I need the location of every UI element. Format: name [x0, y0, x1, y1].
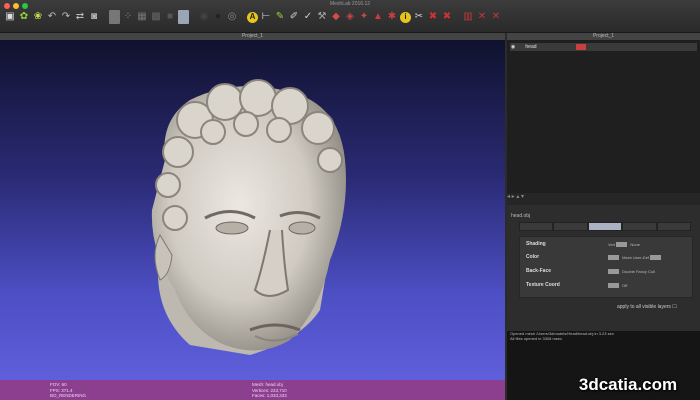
- delete-vertices-icon[interactable]: ✖: [441, 11, 453, 23]
- texcoord-off[interactable]: Off: [622, 283, 627, 288]
- tab-points[interactable]: [519, 222, 554, 231]
- wireframe-render-icon[interactable]: ▦: [136, 11, 148, 23]
- import-mesh-icon[interactable]: ❀: [32, 11, 44, 23]
- light-icon[interactable]: ◉: [198, 11, 210, 23]
- annotation-tool-icon[interactable]: A: [247, 11, 258, 23]
- toolbar-separator: [240, 11, 245, 23]
- backface-options[interactable]: Double Fancy Cull: [608, 269, 655, 275]
- color-icon[interactable]: ◎: [226, 11, 238, 23]
- log-line: All files opened in 3308 msec: [510, 336, 563, 341]
- shading-label: Shading: [526, 241, 546, 247]
- shading-vert[interactable]: Vert: [608, 242, 615, 247]
- backface-double[interactable]: Double: [622, 269, 635, 274]
- toolbar-separator: [455, 11, 460, 23]
- backface-label: Back-Face: [526, 268, 552, 274]
- color-label: Color: [526, 254, 540, 260]
- select-faces-icon[interactable]: ◈: [344, 11, 356, 23]
- align-tool-icon[interactable]: ⚒: [316, 11, 328, 23]
- property-tabs: [519, 222, 692, 231]
- open-icon[interactable]: ✿: [18, 11, 30, 23]
- window-title: MeshLab 2016.12: [329, 1, 371, 7]
- status-render-mode: BO_RENDERING: [50, 393, 87, 398]
- apply-to-all-visible-layers[interactable]: apply to all visible layers ☐: [617, 304, 677, 310]
- toolbar-icons: ▣ ✿ ❀ ↶ ↷ ⇄ ◙ ⁘ ▦ ▩ ■ ◉ ● ◎ A ⊢ ✎ ✐ ✓ ⚒ ◆ ◈ ✦ ▲ ✱ i ✂ ✖ ✖ ▥ ✕ ✕: [4, 10, 502, 24]
- shading-options[interactable]: Vert None: [608, 242, 640, 248]
- 3d-viewport[interactable]: [0, 40, 505, 380]
- tab-more[interactable]: [656, 222, 692, 231]
- layers-footer-controls[interactable]: ◂ ▸ ▴ ▾: [507, 193, 700, 205]
- shading-none[interactable]: None: [630, 242, 640, 247]
- layers-panel: ◉ head: [507, 40, 700, 193]
- reload-icon[interactable]: ↶: [46, 11, 58, 23]
- toolbar-separator: [102, 11, 107, 23]
- raster-tool-icon[interactable]: ◆: [330, 11, 342, 23]
- info-icon[interactable]: i: [400, 11, 411, 23]
- select-connected-icon[interactable]: ▲: [372, 11, 384, 23]
- camera-icon[interactable]: ◙: [88, 11, 100, 23]
- layer-color-swatch[interactable]: [576, 44, 586, 50]
- flat-render-icon[interactable]: ▩: [150, 11, 162, 23]
- main-toolbar: MeshLab 2016.12 ▣ ✿ ❀ ↶ ↷ ⇄ ◙ ⁘ ▦ ▩ ■ ◉ ● ◎ A ⊢ ✎ ✐ ✓ ⚒ ◆ ◈ ✦ ▲…: [0, 0, 700, 33]
- color-mesh[interactable]: Mesh: [622, 255, 632, 260]
- status-faces: Faces: 1,033,333: [252, 393, 287, 398]
- save-snapshot-icon[interactable]: ⇄: [74, 11, 86, 23]
- bbox-render-icon[interactable]: [109, 10, 120, 24]
- measure-tool-icon[interactable]: ⊢: [260, 11, 272, 23]
- new-project-icon[interactable]: ▣: [4, 11, 16, 23]
- select-vertices-icon[interactable]: ✦: [358, 11, 370, 23]
- pick-points-icon[interactable]: ✓: [302, 11, 314, 23]
- eye-icon[interactable]: ◉: [510, 43, 516, 51]
- delete-faces-icon[interactable]: ✖: [427, 11, 439, 23]
- brush-tool-icon[interactable]: ✐: [288, 11, 300, 23]
- backface-fancy[interactable]: Fancy: [636, 269, 647, 274]
- watermark-text: 3dcatia.com: [578, 375, 678, 394]
- fill-hole-icon[interactable]: ✱: [386, 11, 398, 23]
- right-pane: Project_1 ◉ head ◂ ▸ ▴ ▾ head.obj Shadin…: [507, 33, 700, 400]
- color-user-def[interactable]: User-Def: [633, 255, 649, 260]
- smooth-render-icon[interactable]: ■: [164, 11, 176, 23]
- delete-selected-faces-icon[interactable]: ▥: [462, 11, 474, 23]
- points-render-icon[interactable]: ⁘: [122, 11, 134, 23]
- properties-box: Shading Vert None Color Mesh User-Def Ba…: [519, 236, 693, 298]
- properties-title: head.obj: [511, 213, 531, 219]
- sphere-icon[interactable]: ●: [212, 11, 224, 23]
- toolbar-separator: [191, 11, 196, 23]
- color-options[interactable]: Mesh User-Def: [608, 255, 663, 261]
- viewport-title: Project_1: [0, 33, 505, 40]
- layers-panel-title: Project_1: [507, 33, 700, 40]
- texture-render-icon[interactable]: [178, 10, 189, 24]
- layer-row-head[interactable]: ◉ head: [510, 43, 697, 51]
- backface-cull[interactable]: Cull: [648, 269, 655, 274]
- delete-all-icon[interactable]: ✕: [490, 11, 502, 23]
- paint-tool-icon[interactable]: ✎: [274, 11, 286, 23]
- tab-wire[interactable]: [553, 222, 588, 231]
- tab-solid[interactable]: [587, 222, 623, 231]
- layer-name: head: [525, 44, 537, 50]
- delete-selected-vertices-icon[interactable]: ✕: [476, 11, 488, 23]
- tab-texture[interactable]: [622, 222, 657, 231]
- export-icon[interactable]: ↷: [60, 11, 72, 23]
- render-properties-panel: head.obj Shading Vert None Color Mesh Us…: [507, 211, 700, 331]
- head-mesh-render: [151, 79, 346, 355]
- texcoord-label: Texture Coord: [526, 282, 560, 288]
- transform-icon[interactable]: ✂: [413, 11, 425, 23]
- viewport-status-bar: FOV: 60 FPS: 371.4 BO_RENDERING Mesh: he…: [0, 380, 505, 400]
- texcoord-options[interactable]: Off: [608, 283, 627, 289]
- status-mesh-name: Mesh: head.obj: [252, 382, 283, 387]
